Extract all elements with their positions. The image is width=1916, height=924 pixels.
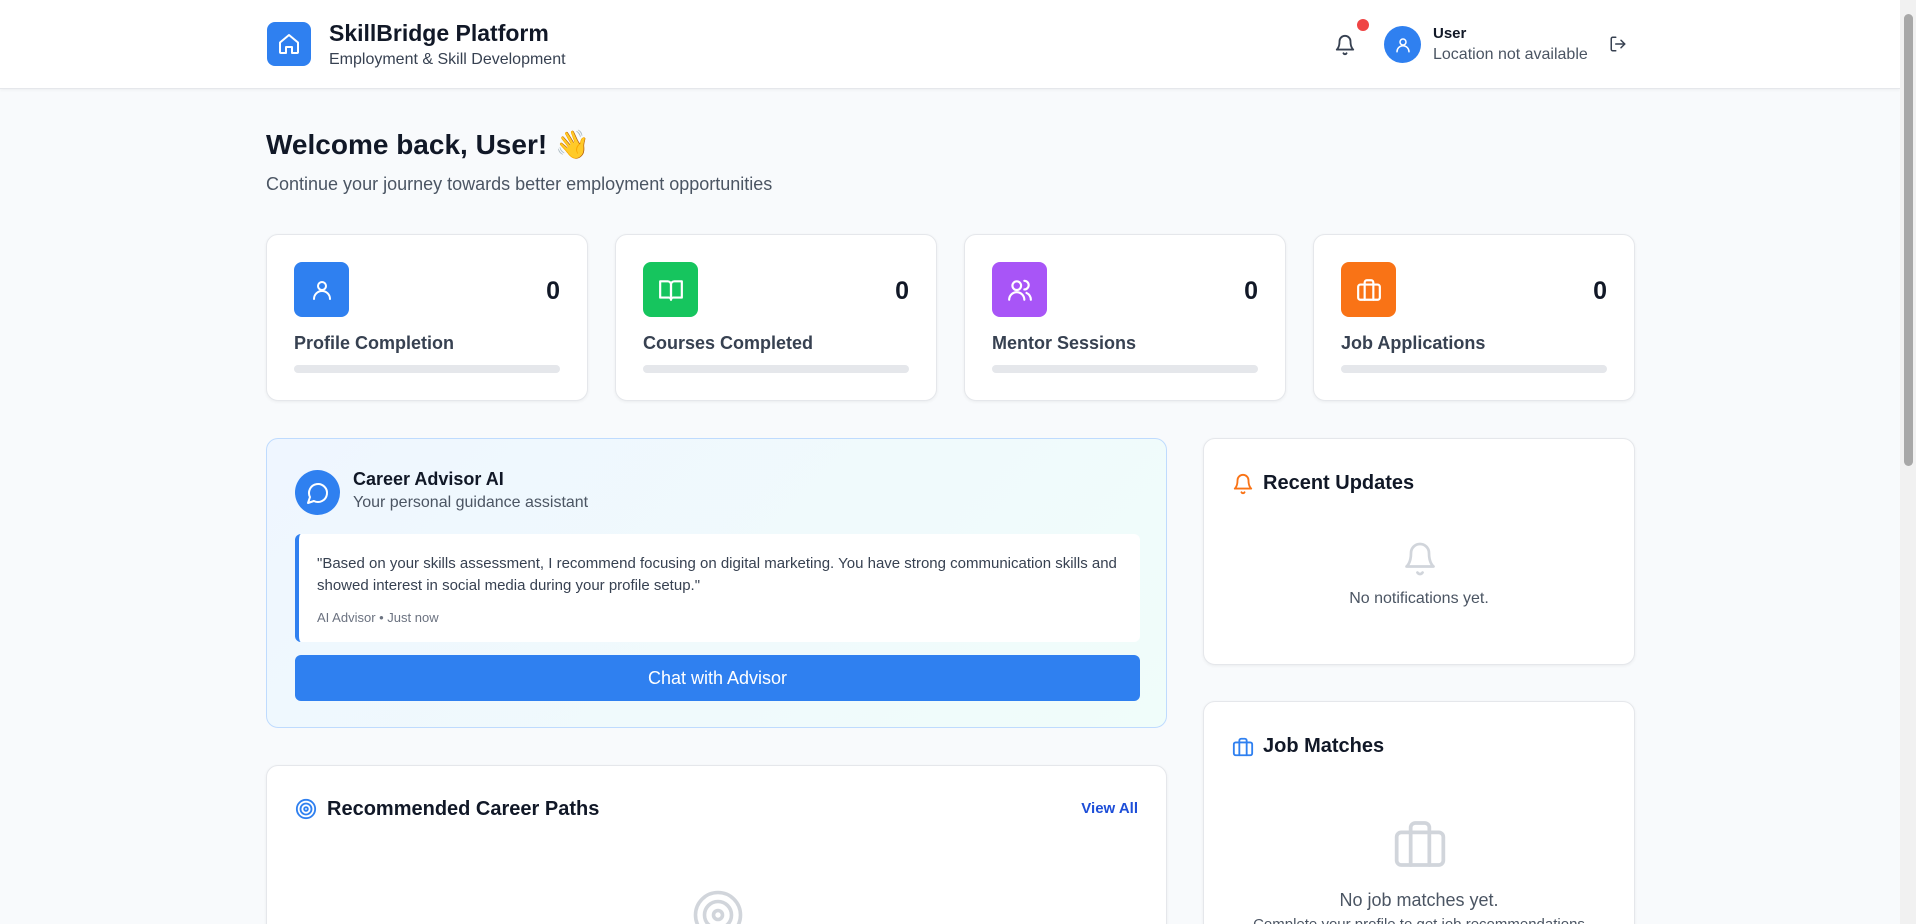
logo[interactable] — [267, 22, 311, 66]
advisor-message-text: "Based on your skills assessment, I reco… — [317, 555, 1117, 594]
advisor-title: Career Advisor AI — [353, 469, 504, 489]
welcome-title: Welcome back, User! 👋 — [266, 129, 590, 160]
stat-value: 0 — [895, 277, 909, 305]
book-open-icon — [658, 279, 683, 301]
jobs-empty-hint: Complete your profile to get job recomme… — [1204, 916, 1634, 924]
chat-bubble-icon — [306, 482, 328, 504]
notifications-button[interactable] — [1331, 31, 1359, 59]
bell-icon — [1405, 542, 1435, 576]
stat-icon-box — [992, 262, 1047, 317]
updates-empty-message: No notifications yet. — [1349, 590, 1489, 607]
welcome-subtitle: Continue your journey towards better emp… — [266, 174, 773, 194]
advisor-subtitle: Your personal guidance assistant — [353, 494, 589, 511]
notification-badge — [1357, 19, 1369, 31]
stat-label: Courses Completed — [643, 333, 814, 353]
recent-updates-title: Recent Updates — [1263, 472, 1415, 494]
stat-icon-box — [294, 262, 349, 317]
user-name: User — [1433, 25, 1467, 42]
progress-bar — [294, 365, 560, 373]
home-icon — [279, 34, 299, 54]
job-matches-title: Job Matches — [1263, 735, 1385, 757]
job-matches-card: Job Matches No job matches yet. Complete… — [1203, 701, 1635, 924]
app-title: SkillBridge Platform — [329, 20, 549, 46]
stat-label: Profile Completion — [294, 333, 455, 353]
avatar[interactable] — [1384, 26, 1421, 63]
jobs-empty-message: No job matches yet. — [1339, 890, 1499, 910]
stat-value: 0 — [546, 277, 560, 305]
stat-card-job-applications: 0 Job Applications — [1313, 234, 1635, 401]
stat-label: Job Applications — [1341, 333, 1486, 353]
progress-bar — [992, 365, 1258, 373]
top-header: SkillBridge Platform Employment & Skill … — [0, 0, 1900, 89]
stat-label: Mentor Sessions — [992, 333, 1137, 353]
stat-icon-box — [643, 262, 698, 317]
target-icon — [693, 890, 743, 924]
user-icon — [312, 280, 331, 300]
career-advisor-card: Career Advisor AI Your personal guidance… — [266, 438, 1167, 728]
bell-icon — [1335, 35, 1355, 56]
progress-bar — [1341, 365, 1607, 373]
recent-updates-card: Recent Updates No notifications yet. — [1203, 438, 1635, 665]
briefcase-icon — [1394, 821, 1446, 867]
career-paths-title: Recommended Career Paths — [327, 798, 600, 820]
view-all-link[interactable]: View All — [1081, 800, 1138, 817]
app-subtitle: Employment & Skill Development — [329, 51, 566, 68]
stat-value: 0 — [1593, 277, 1607, 305]
users-icon — [1007, 279, 1032, 301]
stat-card-courses-completed: 0 Courses Completed — [615, 234, 937, 401]
stat-icon-box — [1341, 262, 1396, 317]
progress-bar — [643, 365, 909, 373]
advisor-avatar — [295, 470, 340, 515]
stat-value: 0 — [1244, 277, 1258, 305]
stat-card-profile-completion: 0 Profile Completion — [266, 234, 588, 401]
logout-icon — [1610, 36, 1626, 52]
recommended-career-paths-card: Recommended Career Paths View All — [266, 765, 1167, 924]
chat-with-advisor-button[interactable]: Chat with Advisor — [295, 655, 1140, 701]
advisor-message-meta: AI Advisor • Just now — [317, 610, 439, 625]
stat-card-mentor-sessions: 0 Mentor Sessions — [964, 234, 1286, 401]
logout-button[interactable] — [1606, 32, 1630, 56]
target-icon — [295, 798, 317, 820]
user-location: Location not available — [1433, 46, 1588, 63]
briefcase-icon — [1232, 737, 1254, 757]
user-icon — [1395, 37, 1410, 52]
advisor-message: "Based on your skills assessment, I reco… — [295, 534, 1140, 642]
scrollbar-thumb[interactable] — [1904, 14, 1913, 466]
briefcase-icon — [1356, 278, 1381, 301]
bell-icon — [1233, 474, 1253, 495]
